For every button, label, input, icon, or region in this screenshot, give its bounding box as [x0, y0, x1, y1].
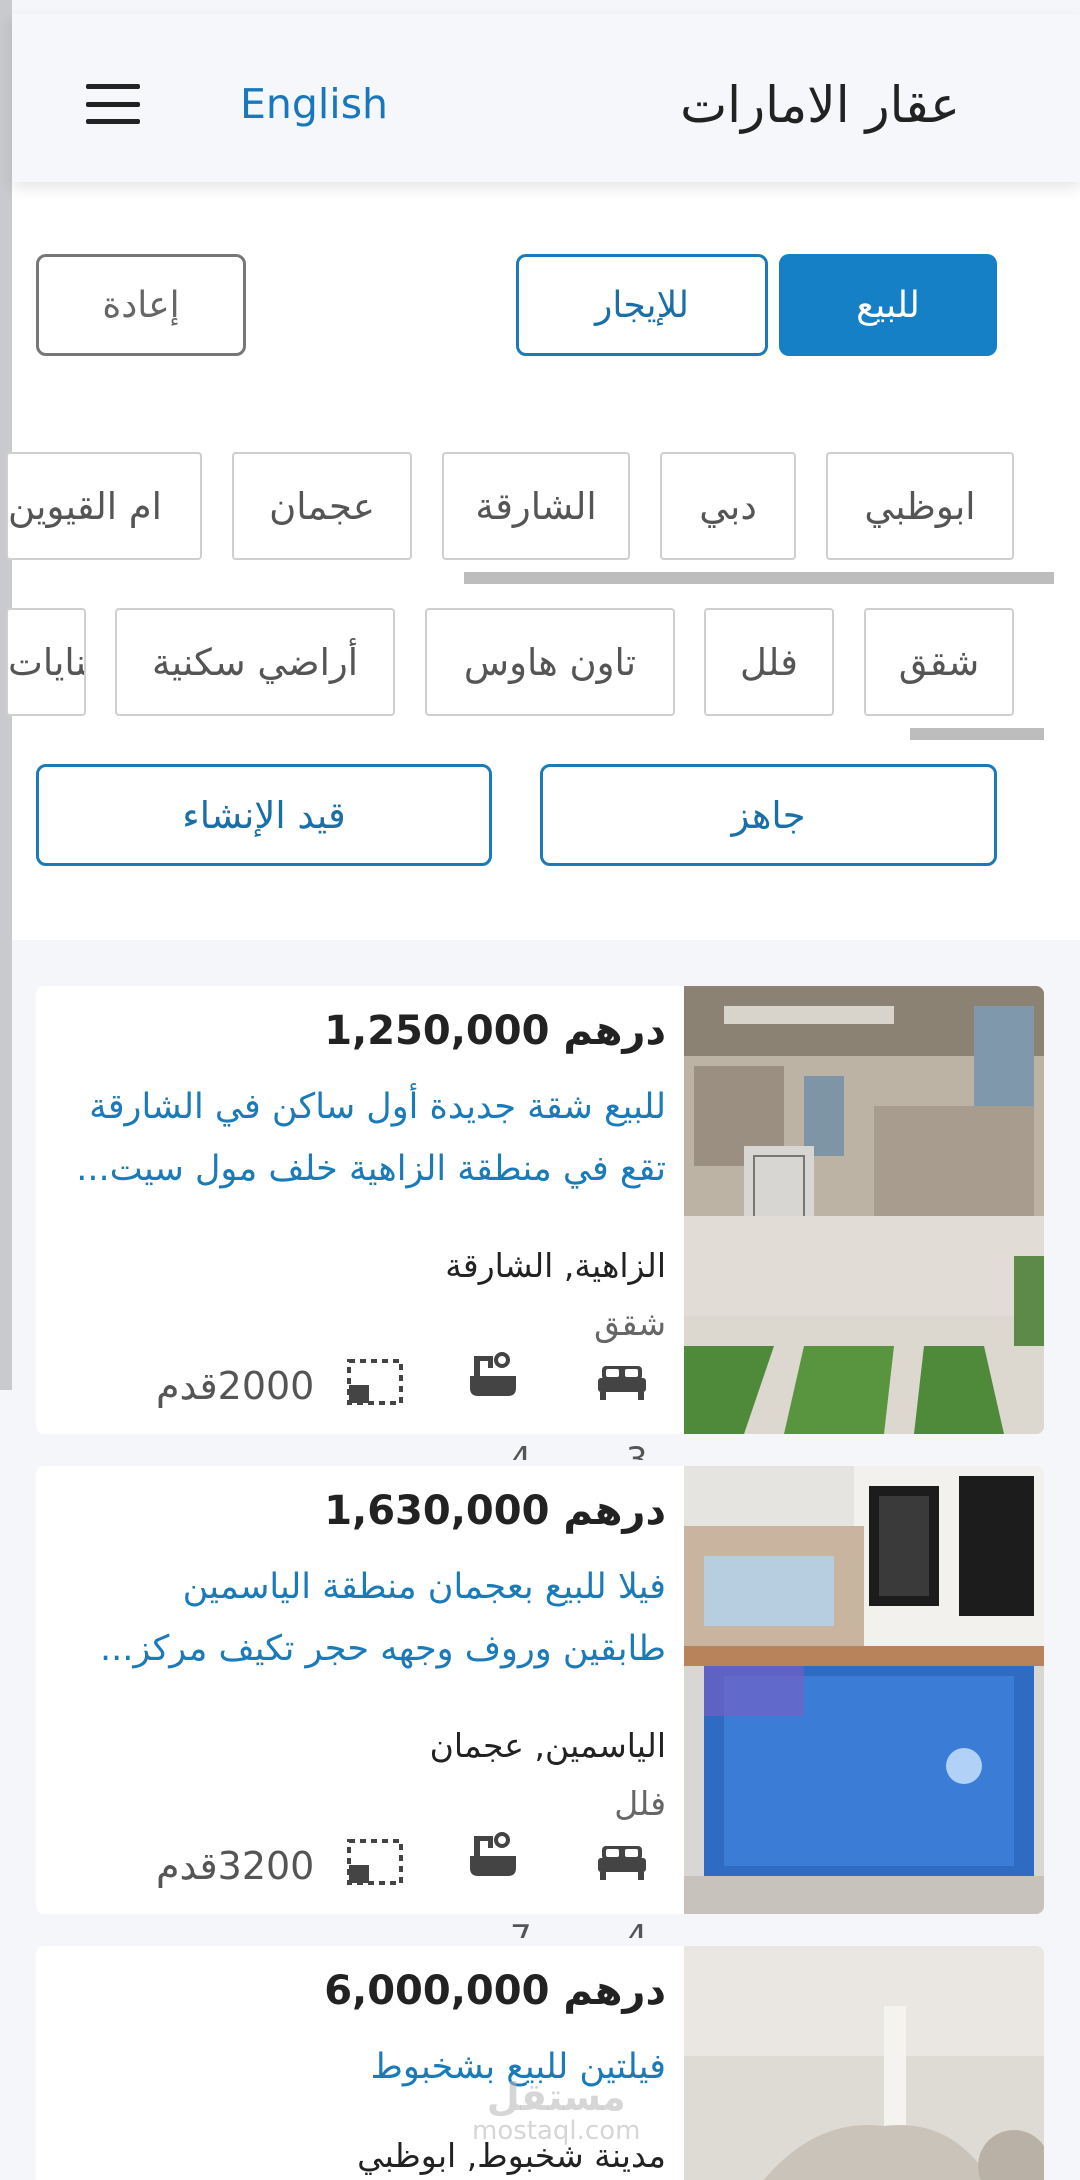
language-switch-link[interactable]: English: [240, 80, 388, 128]
chip-residential-land[interactable]: أراضي سكنية: [115, 608, 395, 716]
listing-features: 2000قدم: [36, 1352, 676, 1418]
listing-details: درهم 1,250,000 للبيع شقة جديدة أول ساكن …: [36, 986, 676, 1434]
listing-area: 3200قدم: [156, 1844, 315, 1888]
bedrooms-count: 4: [626, 1918, 648, 1938]
under-construction-button[interactable]: قيد الإنشاء: [36, 764, 492, 866]
listing-price: درهم 1,250,000: [324, 1008, 666, 1054]
app-title: عقار الامارات: [680, 76, 960, 134]
chip-ajman[interactable]: عجمان: [232, 452, 412, 560]
bath-icon: [470, 1352, 516, 1396]
listing-card[interactable]: درهم 1,630,000 فيلا للبيع بعجمان منطقة ا…: [36, 1466, 1044, 1914]
listing-features: 3200قدم: [36, 1832, 676, 1898]
listing-title[interactable]: للبيع شقة جديدة أول ساكن في الشارقة تقع …: [56, 1076, 666, 1200]
emirates-scroll-indicator: [464, 572, 1054, 584]
reset-button[interactable]: إعادة: [36, 254, 246, 356]
listing-type: شقق: [594, 1304, 666, 1343]
listing-image: [684, 986, 1044, 1434]
listing-card[interactable]: درهم 1,250,000 للبيع شقة جديدة أول ساكن …: [36, 986, 1044, 1434]
chip-abu-dhabi[interactable]: ابوظبي: [826, 452, 1014, 560]
listing-title-line: تقع في منطقة الزاهية خلف مول سيت...: [76, 1149, 666, 1189]
watermark-latin: mostaql.com: [472, 2116, 641, 2146]
listing-title-line: للبيع شقة جديدة أول ساكن في الشارقة: [89, 1087, 666, 1127]
bathrooms-count: 7: [510, 1918, 532, 1938]
for-rent-button[interactable]: للإيجار: [516, 254, 768, 356]
ready-button[interactable]: جاهز: [540, 764, 997, 866]
area-icon: [347, 1839, 403, 1885]
watermark-arabic: مستقل: [486, 2075, 626, 2119]
chip-dubai[interactable]: دبي: [660, 452, 796, 560]
listing-title-line: طابقين وروف وجهه حجر تكيف مركز...: [99, 1629, 666, 1669]
bed-icon: [598, 1846, 646, 1880]
listing-type: فلل: [614, 1784, 666, 1823]
bed-icon: [598, 1366, 646, 1400]
bathrooms-count: 4: [510, 1440, 532, 1460]
chip-umm-al-quwain[interactable]: ام القيوين: [6, 452, 202, 560]
listing-price: درهم 1,630,000: [324, 1488, 666, 1534]
for-sale-button[interactable]: للبيع: [779, 254, 997, 356]
watermark-logo: مستقل mostaql.com: [472, 2078, 641, 2148]
chip-apartments[interactable]: شقق: [864, 608, 1014, 716]
filters-panel: للبيع للإيجار إعادة ابوظبي دبي الشارقة ع…: [6, 182, 1080, 940]
listing-details: درهم 1,630,000 فيلا للبيع بعجمان منطقة ا…: [36, 1466, 676, 1914]
listing-price: درهم 6,000,000: [324, 1968, 666, 2014]
listing-area: 2000قدم: [156, 1364, 315, 1408]
chip-sharjah[interactable]: الشارقة: [442, 452, 630, 560]
listing-title-line: فيلا للبيع بعجمان منطقة الياسمين: [182, 1567, 666, 1607]
listing-location: الياسمين, عجمان: [429, 1726, 666, 1765]
types-scroll-indicator: [910, 728, 1044, 740]
bedrooms-count: 3: [626, 1440, 648, 1460]
chip-buildings[interactable]: بنايات: [6, 608, 86, 716]
chip-townhouse[interactable]: تاون هاوس: [425, 608, 675, 716]
menu-icon[interactable]: [78, 76, 148, 132]
listing-title[interactable]: فيلا للبيع بعجمان منطقة الياسمين طابقين …: [56, 1556, 666, 1680]
listing-image: [684, 1466, 1044, 1914]
listing-image: [684, 1946, 1044, 2180]
app-header: English عقار الامارات: [12, 14, 1080, 182]
listing-location: الزاهية, الشارقة: [445, 1246, 666, 1285]
chip-villas[interactable]: فلل: [704, 608, 834, 716]
area-icon: [347, 1359, 403, 1405]
bath-icon: [470, 1832, 516, 1876]
